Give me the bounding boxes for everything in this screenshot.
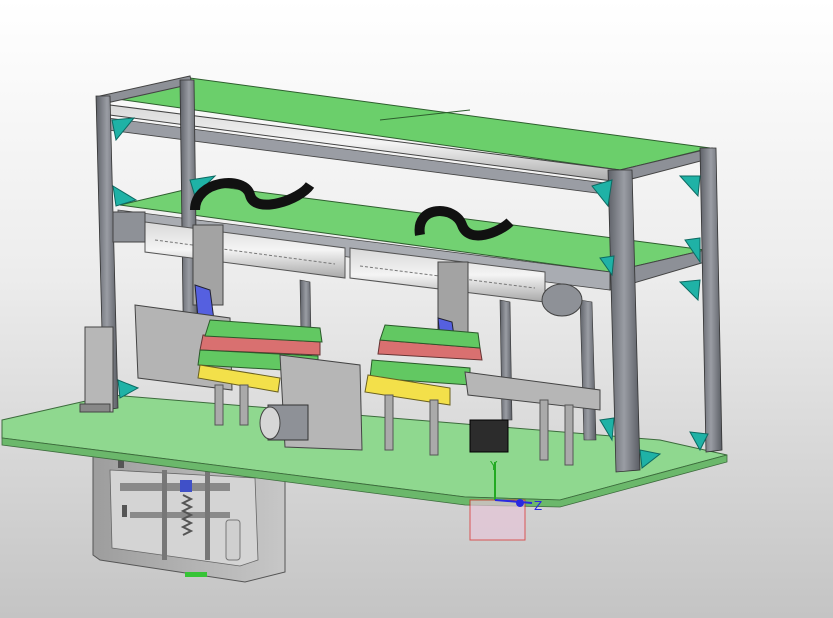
canister bbox=[225, 519, 241, 561]
assembly-model[interactable]: Y Z bbox=[0, 0, 833, 618]
post-right-back bbox=[699, 147, 723, 453]
stepper-motor bbox=[469, 419, 509, 453]
triad-y-label: Y bbox=[489, 459, 498, 473]
bolt bbox=[118, 460, 124, 468]
guide-rod bbox=[162, 470, 167, 560]
bolt bbox=[122, 505, 127, 517]
servo-motor-left bbox=[112, 211, 146, 243]
cylinder-blue bbox=[180, 480, 192, 492]
triad-z-label: Z bbox=[534, 499, 542, 513]
servo-motor-right bbox=[541, 283, 583, 317]
cad-viewport[interactable]: Y Z bbox=[0, 0, 833, 618]
cabinet-plate bbox=[130, 512, 230, 518]
cabinet-plate bbox=[120, 483, 230, 491]
conveyor-arm bbox=[464, 371, 601, 411]
guide-rod bbox=[205, 470, 210, 560]
indicator-light bbox=[185, 572, 207, 577]
side-column bbox=[84, 326, 114, 413]
